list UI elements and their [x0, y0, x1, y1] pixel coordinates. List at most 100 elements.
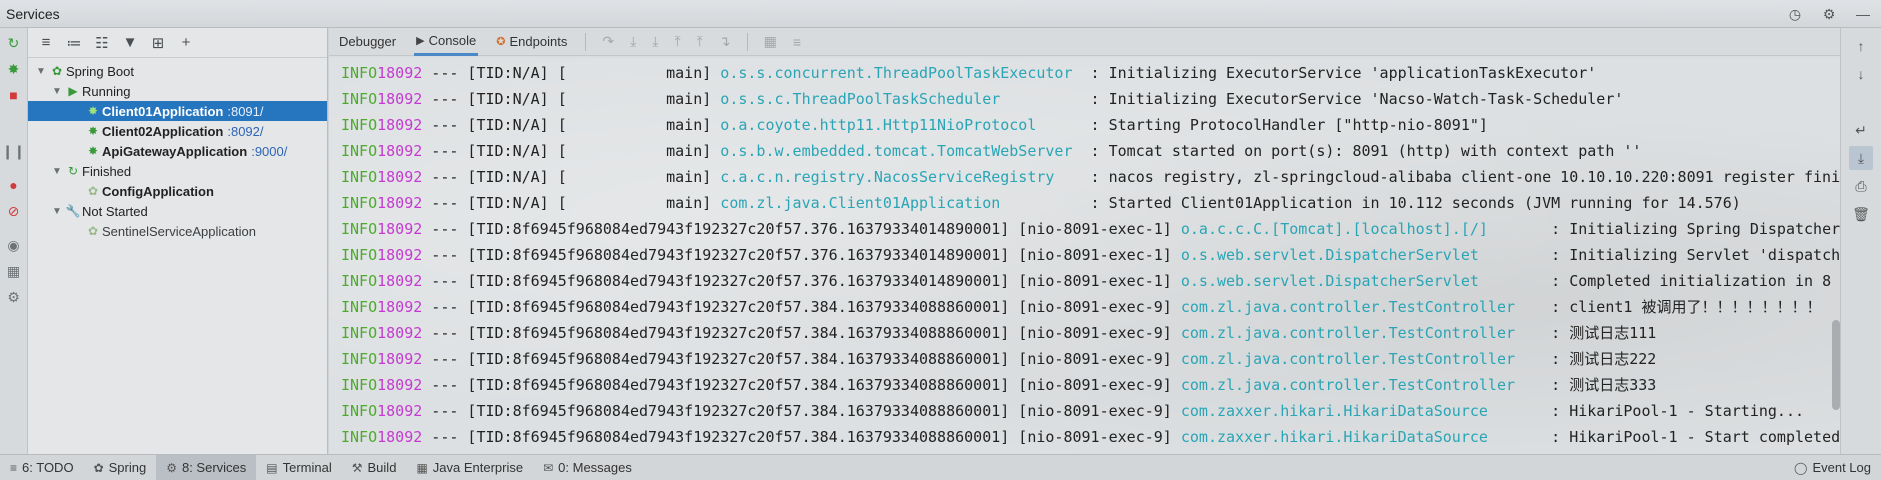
force-step-into-icon[interactable]: ⤓	[652, 33, 658, 50]
tab-label: Endpoints	[509, 34, 568, 49]
log-logger: o.s.web.servlet.DispatcherServlet	[1180, 246, 1543, 264]
stop-icon[interactable]: ■	[3, 84, 25, 106]
chevron-down-icon[interactable]: ▼	[50, 166, 64, 177]
spring-tool-button[interactable]: ✿ Spring	[84, 455, 157, 480]
port-link[interactable]: :9000/	[251, 144, 287, 159]
print-icon[interactable]: ⎙	[1849, 174, 1873, 198]
log-thread: --- [TID:8f6945f968084ed7943f192327c20f5…	[422, 402, 1181, 420]
settings-icon[interactable]: ⚙	[3, 286, 25, 308]
tree-node-spring-boot[interactable]: ▼ ✿ Spring Boot	[28, 61, 327, 81]
group-by-icon[interactable]: ☷	[90, 31, 114, 55]
step-into-icon[interactable]: ⤓	[630, 33, 636, 50]
console-output[interactable]: INFO18092 --- [TID:N/A] [ main] o.s.s.co…	[329, 58, 1840, 454]
minimize-icon[interactable]: —	[1853, 4, 1873, 24]
layout-icon[interactable]: ▦	[3, 260, 25, 282]
log-pid: 18092	[377, 428, 423, 446]
new-tab-icon[interactable]: ⊞	[146, 31, 170, 55]
right-toolbar: ↑ ↓ ↵ ⤓ ⎙ 🗑	[1840, 28, 1881, 454]
add-icon[interactable]: +	[174, 31, 198, 55]
log-logger: com.zl.java.controller.TestController	[1180, 324, 1543, 342]
todo-tool-button[interactable]: ≡ 6: TODO	[0, 455, 84, 480]
step-out-icon[interactable]: ⤒	[674, 33, 680, 50]
tab-console[interactable]: ▶ Console	[414, 28, 479, 56]
left-toolbar: ↻ ✸ ■ ❙❙ ● ⊘ ◉ ▦ ⚙	[0, 28, 28, 454]
tool-label: 0: Messages	[558, 460, 632, 475]
console-scrollbar[interactable]	[1832, 320, 1840, 410]
tab-endpoints[interactable]: ✪ Endpoints	[494, 28, 569, 56]
log-logger: o.s.s.c.ThreadPoolTaskScheduler	[720, 90, 1082, 108]
toolbar-separator	[746, 32, 748, 51]
messages-icon: ✉	[543, 460, 554, 475]
toolbar-separator	[585, 32, 587, 51]
port-link[interactable]: :8091/	[227, 104, 263, 119]
mute-breakpoints-icon[interactable]: ⊘	[3, 200, 25, 222]
tab-label: Debugger	[339, 34, 397, 49]
log-line: INFO18092 --- [TID:8f6945f968084ed7943f1…	[341, 424, 1840, 450]
log-message: : client1 被调用了！！！！！！！！	[1542, 298, 1822, 316]
console-tabs: Debugger ▶ Console ✪ Endpoints ↷ ⤓ ⤓ ⤒ ⤒…	[329, 28, 1840, 56]
log-pid: 18092	[377, 272, 423, 290]
log-pid: 18092	[377, 402, 423, 420]
step-over-icon[interactable]: ↷	[602, 33, 614, 50]
tree-node-finished[interactable]: ▼ ↻ Finished	[28, 161, 327, 181]
tree-node-label: ApiGatewayApplication	[102, 143, 248, 159]
run-to-cursor-icon[interactable]: ↴	[719, 33, 731, 50]
evaluate-icon[interactable]: ▦	[764, 33, 777, 50]
log-line: INFO18092 --- [TID:N/A] [ main] o.s.s.c.…	[341, 86, 1840, 112]
globe-icon[interactable]: ◷	[1785, 4, 1805, 24]
event-log-button[interactable]: ◯ Event Log	[1784, 455, 1881, 480]
rerun-icon: ↻	[67, 164, 79, 178]
log-logger: o.a.c.c.C.[Tomcat].[localhost].[/]	[1180, 220, 1543, 238]
log-level: INFO	[341, 428, 378, 446]
tree-node-not-started[interactable]: ▼ 🔧 Not Started	[28, 201, 327, 221]
log-line: INFO18092 --- [TID:8f6945f968084ed7943f1…	[341, 216, 1840, 242]
trash-icon[interactable]: 🗑	[1849, 202, 1873, 226]
chevron-down-icon[interactable]: ▼	[50, 206, 64, 217]
camera-icon[interactable]: ◉	[3, 234, 25, 256]
java-enterprise-tool-button[interactable]: ▦ Java Enterprise	[406, 455, 533, 480]
chevron-down-icon[interactable]: ▼	[50, 86, 64, 97]
tool-label: 6: TODO	[22, 460, 74, 475]
messages-tool-button[interactable]: ✉ 0: Messages	[533, 455, 642, 480]
filter-icon[interactable]: ▼	[118, 31, 142, 55]
log-logger: com.zl.java.controller.TestController	[1180, 298, 1543, 316]
spring-app-icon: ✿	[87, 184, 99, 198]
tree-node-apigateway[interactable]: ✸ ApiGatewayApplication :9000/	[28, 141, 327, 161]
arrow-up-icon[interactable]: ↑	[1849, 34, 1873, 58]
chevron-down-icon[interactable]: ▼	[34, 66, 48, 77]
breakpoint-icon[interactable]: ●	[3, 174, 25, 196]
soft-wrap-icon[interactable]: ↵	[1849, 118, 1873, 142]
expand-all-icon[interactable]: ≡	[34, 31, 58, 55]
services-tool-button[interactable]: ⚙ 8: Services	[156, 454, 257, 480]
drop-frame-icon[interactable]: ⤒	[697, 33, 703, 50]
tree-node-client02[interactable]: ✸ Client02Application :8092/	[28, 121, 327, 141]
play-icon: ▶	[68, 84, 78, 98]
bug-icon: ✸	[87, 124, 99, 138]
build-tool-button[interactable]: ⚒ Build	[342, 455, 407, 480]
pause-icon[interactable]: ❙❙	[2, 140, 25, 162]
tree-node-label: Client02Application	[102, 123, 224, 139]
log-logger: com.zl.java.Client01Application	[720, 194, 1082, 212]
tree-node-client01[interactable]: ✸ Client01Application :8091/	[28, 101, 327, 121]
tree-node-sentinelservice[interactable]: ✿ SentinelServiceApplication	[28, 221, 327, 241]
log-logger: o.s.s.concurrent.ThreadPoolTaskExecutor	[720, 64, 1082, 82]
tree-node-running[interactable]: ▼ ▶ Running	[28, 81, 327, 101]
log-line: INFO18092 --- [TID:N/A] [ main] o.s.s.co…	[341, 60, 1840, 86]
trace-icon[interactable]: ≡	[793, 34, 801, 50]
tree-node-configapplication[interactable]: ✿ ConfigApplication	[28, 181, 327, 201]
arrow-down-icon[interactable]: ↓	[1849, 62, 1873, 86]
log-pid: 18092	[377, 168, 423, 186]
gear-icon[interactable]: ⚙	[1819, 4, 1839, 24]
collapse-all-icon[interactable]: ≔	[62, 31, 86, 55]
log-thread: --- [TID:N/A] [ main]	[422, 142, 721, 160]
debug-icon[interactable]: ✸	[3, 58, 25, 80]
log-line: INFO18092 --- [TID:N/A] [ main] o.s.b.w.…	[341, 138, 1840, 164]
port-link[interactable]: :8092/	[227, 124, 263, 139]
log-thread: --- [TID:N/A] [ main]	[422, 194, 721, 212]
terminal-tool-button[interactable]: ▤ Terminal	[256, 455, 341, 480]
tool-label: Event Log	[1812, 460, 1871, 475]
scroll-to-end-icon[interactable]: ⤓	[1849, 146, 1873, 170]
rerun-icon[interactable]: ↻	[3, 32, 25, 54]
tab-debugger[interactable]: Debugger	[337, 28, 398, 56]
console-icon: ▶	[416, 34, 425, 47]
